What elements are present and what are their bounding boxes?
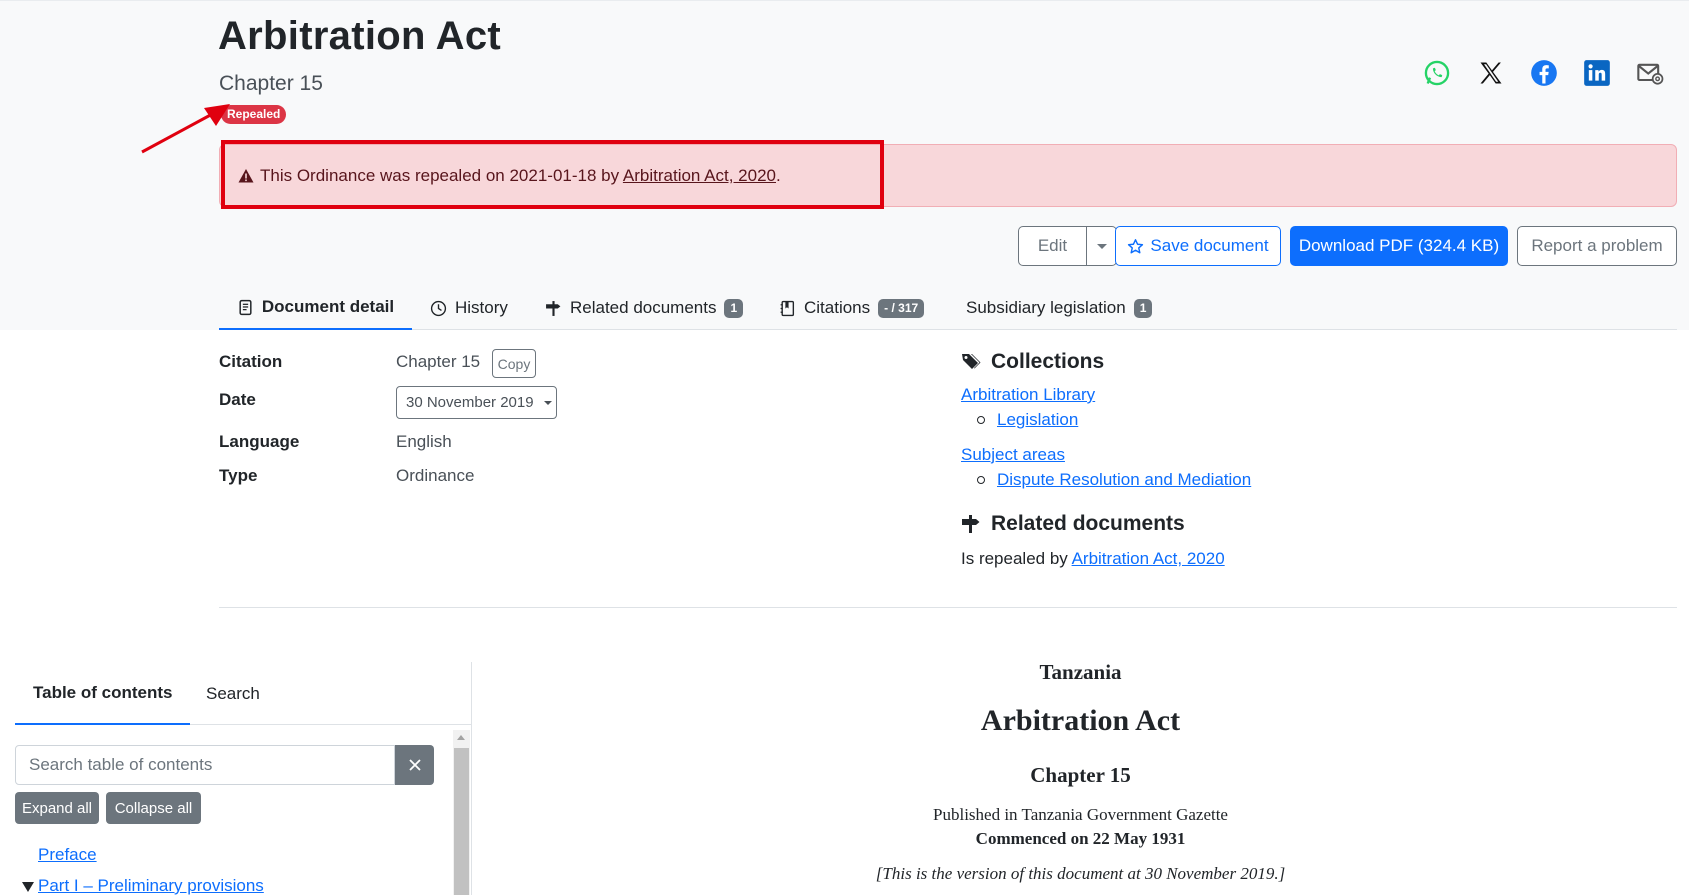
citation-label: Citation — [219, 352, 283, 371]
bullet — [977, 416, 985, 424]
edit-button[interactable]: Edit — [1018, 226, 1117, 266]
save-document-button[interactable]: Save document — [1115, 226, 1281, 266]
tab-label: Document detail — [261, 297, 395, 316]
tab-table-of-contents[interactable]: Table of contents — [15, 662, 191, 725]
star-icon — [1128, 238, 1144, 253]
arbitration-library-link[interactable]: Arbitration Library — [961, 385, 1095, 405]
tab-related-documents[interactable]: Related documents 1 — [545, 286, 744, 330]
expand-all-button[interactable]: Expand all — [15, 792, 99, 824]
document-published: Published in Tanzania Government Gazette — [933, 805, 1228, 824]
email-icon[interactable] — [1633, 56, 1667, 90]
collections-heading-text: Collections — [991, 350, 1105, 373]
language-value: English — [396, 432, 452, 451]
type-value: Ordinance — [396, 466, 475, 485]
signpost-icon — [962, 515, 980, 533]
tab-subsidiary-legislation[interactable]: Subsidiary legislation 1 — [966, 286, 1153, 330]
citations-count-badge: - / 317 — [878, 298, 925, 318]
toc-item-part-1[interactable]: Part I – Preliminary provisions — [38, 876, 264, 895]
date-version-select[interactable]: 30 November 2019 — [396, 386, 557, 419]
repealed-by-label: Is repealed by — [961, 549, 1072, 568]
related-documents-heading: Related documents — [961, 512, 1185, 536]
facebook-icon[interactable] — [1527, 56, 1561, 90]
repealed-by-link[interactable]: Arbitration Act, 2020 — [1072, 549, 1225, 568]
related-count-badge: 1 — [724, 298, 744, 318]
journal-icon — [780, 300, 795, 316]
tab-label: Related documents — [570, 298, 717, 317]
tab-document-detail[interactable]: Document detail — [219, 286, 412, 330]
page-title: Arbitration Act — [218, 14, 502, 58]
alert-text-before: This Ordinance was repealed on 2021-01-1… — [260, 166, 623, 185]
toc-scroll-thumb[interactable] — [454, 748, 469, 895]
tags-icon — [962, 354, 981, 369]
document-tabs: Document detail History Related document… — [219, 286, 1677, 330]
toc-search-input[interactable]: Search table of contents — [15, 745, 395, 785]
save-document-label: Save document — [1150, 236, 1269, 255]
language-label: Language — [219, 432, 300, 451]
x-icon[interactable] — [1474, 56, 1508, 90]
warning-icon — [238, 169, 254, 183]
clear-search-button[interactable] — [395, 745, 434, 785]
collections-heading: Collections — [961, 350, 1104, 374]
document-icon — [239, 299, 252, 315]
tab-toc-search[interactable]: Search — [188, 662, 278, 725]
close-icon — [408, 759, 421, 771]
document-country: Tanzania — [1039, 660, 1122, 684]
document-version-note: [This is the version of this document at… — [875, 864, 1286, 883]
edit-label: Edit — [1037, 236, 1068, 255]
related-heading-text: Related documents — [991, 512, 1185, 535]
tab-citations[interactable]: Citations - / 317 — [779, 286, 925, 330]
document-commenced: Commenced on 22 May 1931 — [975, 829, 1186, 848]
scroll-up-icon[interactable] — [457, 735, 465, 740]
linkedin-icon[interactable] — [1580, 56, 1614, 90]
page-subtitle: Chapter 15 — [219, 72, 323, 95]
repealed-by-text: Is repealed by Arbitration Act, 2020 — [961, 549, 1225, 569]
report-problem-button[interactable]: Report a problem — [1517, 226, 1677, 266]
whatsapp-icon[interactable] — [1420, 56, 1454, 90]
citation-value: Chapter 15 — [396, 352, 481, 371]
chevron-down-icon — [543, 400, 552, 405]
subsidiary-count-badge: 1 — [1133, 298, 1153, 318]
tab-label: History — [455, 298, 508, 317]
bullet — [977, 476, 985, 484]
document-chapter: Chapter 15 — [1030, 763, 1131, 787]
repealing-act-link[interactable]: Arbitration Act, 2020 — [623, 166, 776, 185]
caret-down-icon[interactable] — [22, 882, 34, 892]
toc-item-preface[interactable]: Preface — [38, 845, 97, 865]
alert-text-after: . — [776, 166, 781, 185]
date-selected-value: 30 November 2019 — [406, 394, 534, 411]
signpost-icon — [546, 300, 561, 316]
subject-areas-link[interactable]: Subject areas — [961, 445, 1065, 465]
tab-label: Citations — [804, 298, 871, 317]
edit-dropdown-toggle[interactable] — [1086, 227, 1116, 265]
dispute-resolution-link[interactable]: Dispute Resolution and Mediation — [997, 470, 1251, 490]
repeal-alert-text: This Ordinance was repealed on 2021-01-1… — [238, 166, 781, 186]
legislation-link[interactable]: Legislation — [997, 410, 1078, 430]
toc-tabs: Table of contents Search — [15, 662, 472, 725]
date-label: Date — [219, 390, 256, 409]
download-pdf-button[interactable]: Download PDF (324.4 KB) — [1290, 226, 1508, 266]
tab-label: Subsidiary legislation — [966, 298, 1126, 317]
clock-icon — [430, 300, 447, 316]
tab-history[interactable]: History — [430, 286, 508, 330]
copy-citation-button[interactable]: Copy — [492, 349, 536, 378]
document-title: Arbitration Act — [980, 704, 1181, 737]
collapse-all-button[interactable]: Collapse all — [106, 792, 201, 824]
section-divider — [219, 607, 1677, 608]
chevron-down-icon — [1096, 243, 1107, 249]
type-label: Type — [219, 466, 258, 485]
